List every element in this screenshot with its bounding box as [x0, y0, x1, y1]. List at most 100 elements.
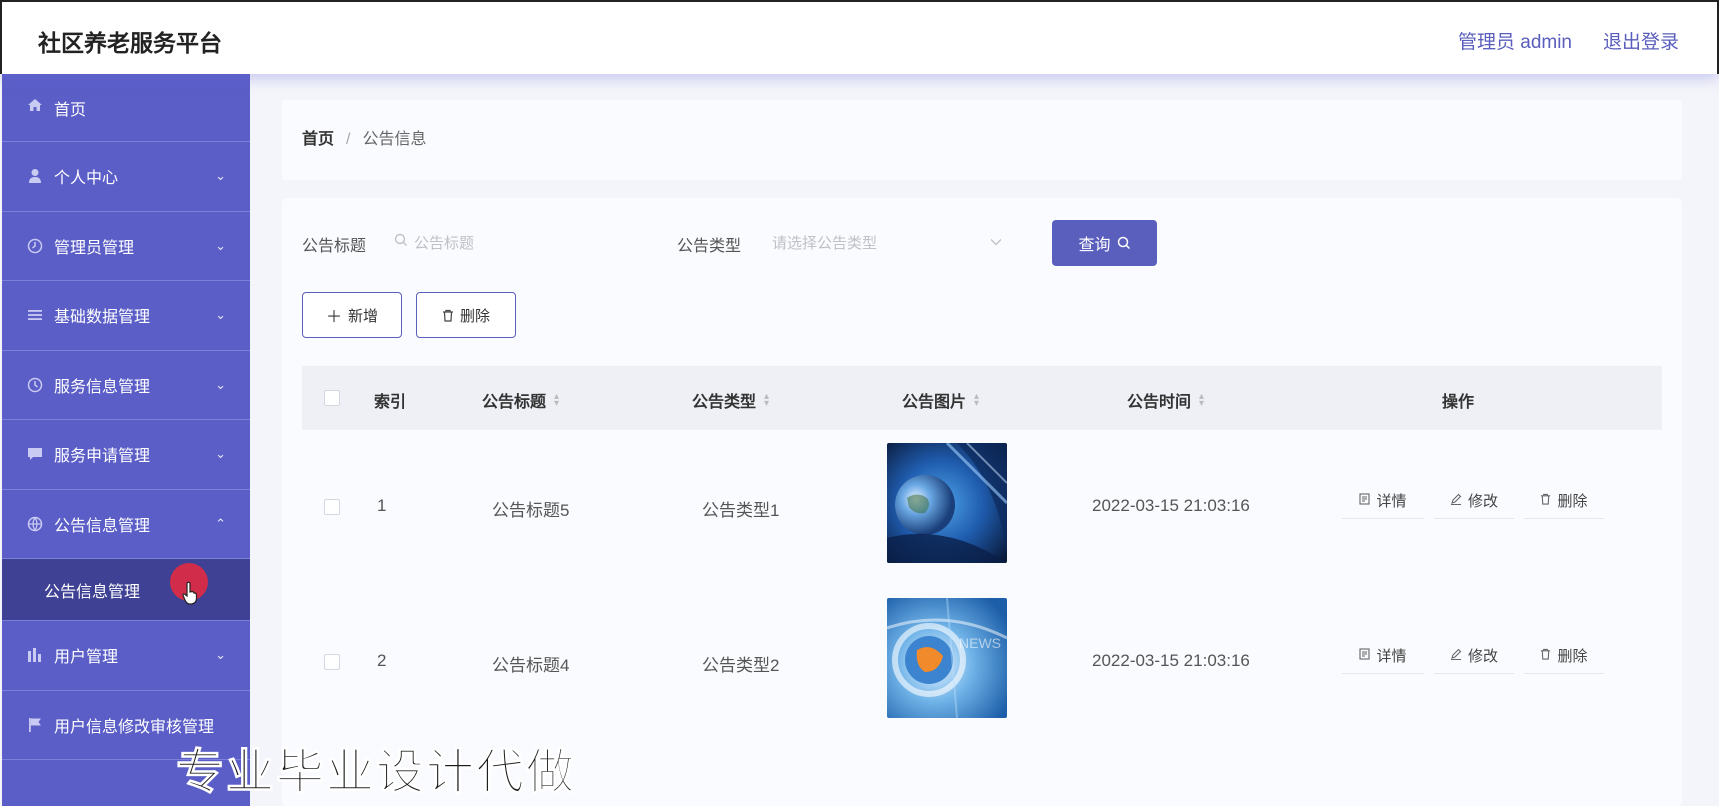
sidebar-item-user-management[interactable]: 用户管理 ⌄ — [2, 621, 250, 691]
column-header-type[interactable]: 公告类型 ▴ ▾ — [692, 388, 769, 412]
sort-icon: ▴ ▾ — [1199, 391, 1205, 409]
watermark-text: 专业毕业设计代做 — [175, 746, 577, 800]
flag-icon — [26, 716, 44, 734]
edit-button[interactable]: 修改 — [1434, 638, 1514, 674]
row-index: 2 — [377, 651, 387, 670]
edit-button[interactable]: 修改 — [1434, 483, 1514, 519]
sidebar-item-home[interactable]: 首页 — [2, 74, 250, 142]
row-index: 1 — [377, 496, 387, 515]
sidebar-item-service-info[interactable]: 服务信息管理 ⌄ — [2, 351, 250, 420]
column-header-type-label: 公告类型 — [692, 394, 757, 411]
top-header: 社区养老服务平台 管理员 admin 退出登录 — [0, 0, 1719, 74]
column-header-image[interactable]: 公告图片 ▴ ▾ — [902, 388, 979, 412]
chevron-down-icon: ⌄ — [215, 446, 226, 462]
breadcrumb-card: 首页 / 公告信息 — [282, 100, 1682, 180]
hand-cursor-icon — [182, 581, 198, 605]
sidebar-item-personal-center[interactable]: 个人中心 ⌄ — [2, 142, 250, 212]
title-search-placeholder: 公告标题 — [414, 234, 475, 252]
row-checkbox[interactable] — [324, 499, 340, 515]
breadcrumb-separator: / — [346, 131, 351, 148]
chevron-down-icon: ⌄ — [215, 376, 226, 392]
search-form: 公告标题 公告标题 公告类型 请选择公告类型 查询 — [302, 218, 1302, 266]
sidebar-item-label: 用户管理 — [54, 649, 119, 667]
row-checkbox[interactable] — [324, 654, 340, 670]
type-select-label: 公告类型 — [677, 238, 742, 255]
main-card: 公告标题 公告标题 公告类型 请选择公告类型 查询 ＋ 新增 删除 索引 公告标… — [282, 198, 1682, 806]
document-icon — [1359, 648, 1371, 663]
sort-icon: ▴ ▾ — [554, 391, 560, 409]
submenu-item-label: 公告信息管理 — [44, 583, 141, 601]
current-user[interactable]: 管理员 admin — [1458, 27, 1572, 54]
breadcrumb-home[interactable]: 首页 — [302, 131, 334, 148]
plus-icon: ＋ — [325, 309, 342, 326]
add-button[interactable]: ＋ 新增 — [302, 292, 402, 338]
detail-button[interactable]: 详情 — [1342, 638, 1424, 674]
list-icon — [26, 306, 44, 324]
chevron-down-icon: ⌄ — [215, 647, 226, 663]
title-search-input[interactable]: 公告标题 — [394, 222, 624, 262]
submenu-item-notice-management[interactable]: 公告信息管理 — [2, 559, 250, 621]
breadcrumb-current: 公告信息 — [362, 131, 427, 148]
detail-button[interactable]: 详情 — [1342, 483, 1424, 519]
trash-icon — [442, 309, 454, 322]
chevron-up-icon: ⌃ — [215, 515, 226, 531]
column-header-image-label: 公告图片 — [902, 394, 967, 411]
notice-image[interactable]: NEWS — [887, 598, 1007, 718]
user-icon — [26, 167, 44, 185]
row-type: 公告类型1 — [702, 501, 780, 520]
title-search-label: 公告标题 — [302, 238, 367, 255]
sidebar-item-label: 基础数据管理 — [54, 309, 151, 327]
sidebar-item-label: 个人中心 — [54, 170, 119, 188]
sidebar-item-admin-management[interactable]: 管理员管理 ⌄ — [2, 212, 250, 281]
batch-delete-button[interactable]: 删除 — [416, 292, 516, 338]
chevron-down-icon: ⌄ — [215, 307, 226, 323]
search-icon — [394, 233, 408, 251]
column-header-actions: 操作 — [1442, 394, 1475, 411]
chevron-down-icon — [990, 235, 1002, 249]
logout-link[interactable]: 退出登录 — [1603, 27, 1679, 54]
notice-image[interactable] — [887, 443, 1007, 563]
row-time: 2022-03-15 21:03:16 — [1092, 496, 1250, 515]
detail-button-label: 详情 — [1376, 493, 1407, 510]
sidebar: 首页 个人中心 ⌄ 管理员管理 ⌄ 基础数据管理 ⌄ 服务信息管理 ⌄ 服务申请… — [2, 74, 250, 806]
chat-icon — [26, 445, 44, 463]
column-header-title[interactable]: 公告标题 ▴ ▾ — [482, 388, 559, 412]
row-time: 2022-03-15 21:03:16 — [1092, 651, 1250, 670]
edit-icon — [1450, 493, 1462, 508]
sort-icon: ▴ ▾ — [764, 391, 770, 409]
column-header-title-label: 公告标题 — [482, 394, 547, 411]
search-button-label: 查询 — [1078, 237, 1111, 254]
select-all-checkbox[interactable] — [324, 390, 340, 406]
delete-row-button[interactable]: 删除 — [1524, 638, 1604, 674]
row-type: 公告类型2 — [702, 656, 780, 675]
sort-icon: ▴ ▾ — [974, 391, 980, 409]
delete-row-button-label: 删除 — [1557, 648, 1588, 665]
table-row: 1 公告标题5 公告类型1 2022-03-15 21:03:16 详情 修改 … — [302, 430, 1662, 585]
sidebar-item-basic-data[interactable]: 基础数据管理 ⌄ — [2, 281, 250, 351]
notice-table: 索引 公告标题 ▴ ▾ 公告类型 ▴ ▾ 公告图片 ▴ ▾ 公告时间 ▴ ▾ 操作 1 — [302, 366, 1662, 740]
clock-icon — [26, 376, 44, 394]
column-header-time[interactable]: 公告时间 ▴ ▾ — [1127, 388, 1204, 412]
type-select[interactable]: 请选择公告类型 — [772, 222, 1002, 262]
sidebar-item-label: 公告信息管理 — [54, 517, 151, 535]
app-title: 社区养老服务平台 — [38, 30, 222, 56]
sidebar-item-service-application[interactable]: 服务申请管理 ⌄ — [2, 420, 250, 490]
edit-icon — [1450, 648, 1462, 663]
search-button[interactable]: 查询 — [1052, 220, 1157, 266]
globe-icon — [26, 515, 44, 533]
type-select-placeholder: 请选择公告类型 — [772, 234, 878, 252]
svg-text:NEWS: NEWS — [959, 635, 1001, 651]
sidebar-item-notice-management[interactable]: 公告信息管理 ⌃ — [2, 490, 250, 559]
chevron-down-icon: ⌄ — [215, 237, 226, 253]
delete-button-label: 删除 — [459, 307, 490, 325]
row-title: 公告标题4 — [492, 656, 570, 675]
delete-row-button[interactable]: 删除 — [1524, 483, 1604, 519]
table-row: 2 公告标题4 公告类型2 NEWS 2022-03-15 21:03:16 详… — [302, 585, 1662, 740]
sidebar-item-label: 首页 — [54, 102, 87, 119]
document-icon — [1359, 493, 1371, 508]
chart-icon — [26, 646, 44, 664]
column-header-index: 索引 — [374, 394, 407, 411]
sidebar-item-label: 服务信息管理 — [54, 378, 151, 396]
edit-button-label: 修改 — [1467, 493, 1498, 510]
table-header: 索引 公告标题 ▴ ▾ 公告类型 ▴ ▾ 公告图片 ▴ ▾ 公告时间 ▴ ▾ 操作 — [302, 366, 1662, 430]
